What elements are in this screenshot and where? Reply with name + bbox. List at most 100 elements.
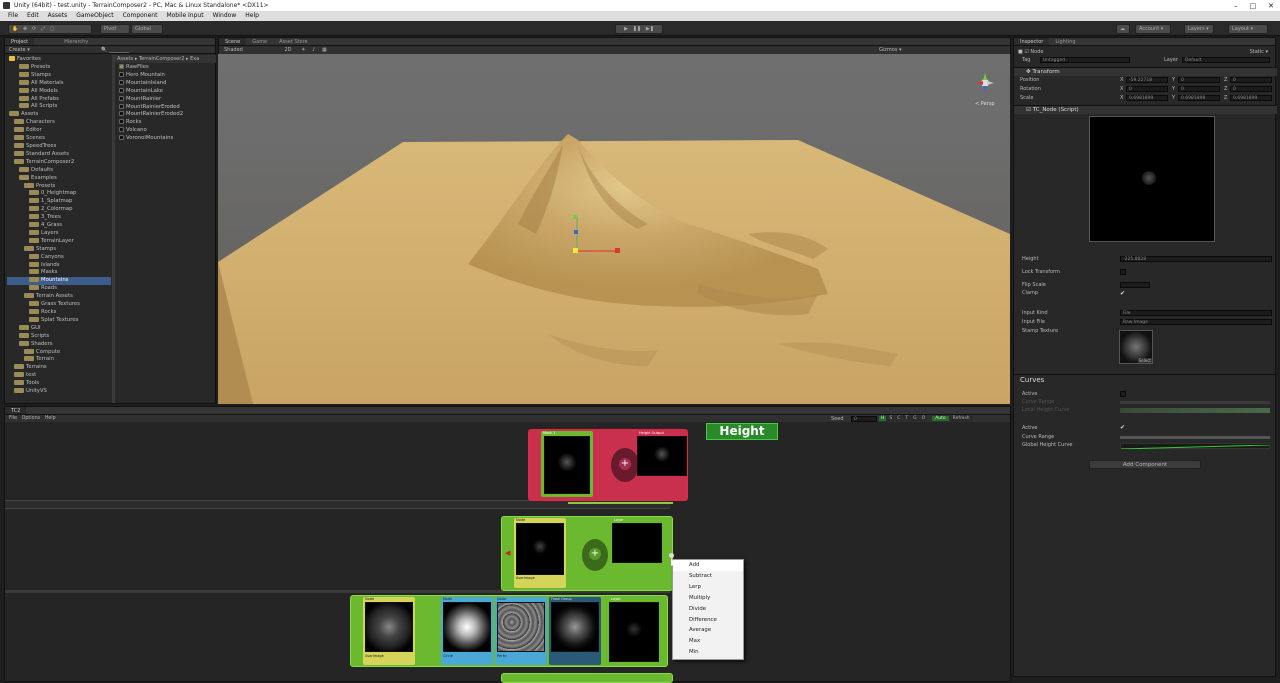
file-item[interactable]: Volcano <box>119 127 215 135</box>
tree-item[interactable]: Masks <box>7 269 111 277</box>
tree-item[interactable]: 2_Colormap <box>7 206 111 214</box>
tree-item[interactable]: Stamps <box>7 245 111 254</box>
tree-item[interactable]: Rocks <box>7 309 111 317</box>
file-item[interactable]: MountainIsland <box>119 79 215 88</box>
tree-item[interactable]: TerrainLayer <box>7 237 111 246</box>
node-remove-icon[interactable]: ◀ <box>505 549 510 557</box>
tree-item[interactable]: 0_Heightmap <box>7 190 111 198</box>
add-component-button[interactable]: Add Component <box>1089 460 1201 469</box>
menu-item-multiply[interactable]: Multiply <box>673 593 743 604</box>
minimize-button[interactable]: – <box>1234 2 1238 10</box>
channel-color-button[interactable]: C <box>895 416 903 421</box>
file-item[interactable]: VoronoiMountains <box>119 135 215 143</box>
file-item[interactable]: MountainLake <box>119 87 215 96</box>
hand-tool-icon[interactable]: ✋ <box>12 26 18 32</box>
gizmo-y-handle[interactable] <box>573 215 577 219</box>
mask-node[interactable]: Mask 1 <box>541 431 593 497</box>
channel-tree-button[interactable]: T <box>903 416 911 421</box>
tree-item[interactable]: Grass Textures <box>7 301 111 309</box>
tab-game[interactable]: Game <box>246 38 273 45</box>
tab-inspector[interactable]: Inspector <box>1014 38 1050 45</box>
scene-viewport[interactable]: < Persp <box>218 54 1010 404</box>
layer-c-node[interactable]: Layer <box>607 597 665 665</box>
tree-item[interactable]: Defaults <box>7 166 111 175</box>
height-output-preview-node[interactable]: Height Output <box>637 431 687 497</box>
tree-item[interactable]: Scenes <box>7 135 111 143</box>
local-height-curve-field[interactable] <box>1120 408 1270 413</box>
tree-item[interactable]: Splat Textures <box>7 316 111 325</box>
curve-range-slider-1[interactable] <box>1120 401 1270 404</box>
menu-window[interactable]: Window <box>213 11 237 21</box>
menu-item-difference[interactable]: Difference <box>673 615 743 626</box>
position-z-field[interactable]: 0 <box>1230 77 1272 83</box>
tab-tc2[interactable]: TC2 <box>5 407 27 414</box>
2d-toggle[interactable]: 2D <box>284 47 291 53</box>
file-item[interactable]: Rocks <box>119 119 215 127</box>
tree-item[interactable]: UnityVS <box>7 388 111 396</box>
active-checkbox-1[interactable] <box>1120 391 1126 397</box>
tree-item[interactable]: All Models <box>7 87 111 96</box>
layer-group-node[interactable]: Node AvarImage ◀ + Layer <box>501 516 673 591</box>
tree-item[interactable]: All Prefabs <box>7 95 111 104</box>
transform-header[interactable]: ✥ Transform <box>1014 67 1277 76</box>
refresh-button[interactable]: Refresh <box>949 416 973 421</box>
rotation-x-field[interactable]: 0 <box>1126 86 1168 92</box>
tc2-options-menu[interactable]: Options <box>22 416 41 421</box>
lock-transform-checkbox[interactable] <box>1120 269 1126 275</box>
tree-item[interactable]: TerrainComposer2 <box>7 158 111 167</box>
tab-lighting[interactable]: Lighting <box>1049 38 1081 45</box>
node-c[interactable]: Node Circle <box>441 597 493 665</box>
tree-item[interactable]: Shaders <box>7 340 111 349</box>
channel-height-button[interactable]: H <box>879 416 887 421</box>
rotate-tool-icon[interactable]: ⟳ <box>32 26 36 32</box>
tree-item[interactable]: Assets <box>7 111 111 119</box>
tree-item[interactable]: Terrain Assets <box>7 293 111 301</box>
layer-group-node-2[interactable]: Node AvarImage Node Circle Node Perlin F… <box>350 595 668 667</box>
maximize-button[interactable]: □ <box>1250 2 1257 10</box>
tree-item[interactable]: Stamps <box>7 71 111 80</box>
tree-item[interactable]: Presets <box>7 63 111 72</box>
transform-tools[interactable]: ✋ ✥ ⟳ ⤢ ▢ <box>8 24 92 34</box>
menu-help[interactable]: Help <box>245 11 259 21</box>
cloud-icon[interactable]: ☁ <box>1116 24 1130 34</box>
tree-scrollbar[interactable] <box>112 55 115 403</box>
tree-item[interactable]: Terrain <box>7 356 111 364</box>
channel-object-button[interactable]: O <box>919 416 928 421</box>
tree-item[interactable]: Editor <box>7 127 111 135</box>
tab-hierarchy[interactable]: Hierarchy <box>58 38 94 45</box>
tree-item[interactable]: test <box>7 372 111 380</box>
menu-gameobject[interactable]: GameObject <box>76 11 113 21</box>
height-output-node[interactable]: Mask 1 + Height Output <box>528 429 688 501</box>
menu-item-add[interactable]: Add <box>673 560 743 571</box>
rotation-z-field[interactable]: 0 <box>1230 86 1272 92</box>
tree-item[interactable]: SpeedTrees <box>7 142 111 151</box>
tree-item[interactable]: Presets <box>7 182 111 191</box>
tree-item[interactable]: Examples <box>7 174 111 183</box>
tree-item[interactable]: Compute <box>7 348 111 357</box>
tree-item[interactable]: Mountains <box>7 277 111 286</box>
tree-item[interactable]: Favorites <box>7 56 111 64</box>
gizmo-center-handle[interactable] <box>573 248 578 253</box>
node-b[interactable]: Node AvarImage <box>363 597 415 665</box>
input-kind-dropdown[interactable]: File <box>1120 310 1272 316</box>
gizmo-x-handle[interactable] <box>615 248 620 253</box>
step-button-icon[interactable]: ▶❚ <box>646 26 654 32</box>
layer-merge-slot[interactable]: + <box>582 539 608 571</box>
scale-z-field[interactable]: 0.6981899 <box>1230 95 1272 101</box>
create-button[interactable]: Create ▾ <box>9 47 30 53</box>
tc2-file-menu[interactable]: File <box>9 416 17 421</box>
account-dropdown[interactable]: Account ▾ <box>1135 24 1171 34</box>
height-field[interactable]: -225.8828 <box>1120 256 1272 262</box>
menu-mobile-input[interactable]: Mobile Input <box>166 11 203 21</box>
menu-component[interactable]: Component <box>123 11 158 21</box>
lighting-toggle-icon[interactable]: ☀ <box>301 47 305 53</box>
menu-file[interactable]: File <box>8 11 18 21</box>
tree-item[interactable]: Scripts <box>7 332 111 341</box>
global-height-curve-field[interactable] <box>1120 443 1270 450</box>
flip-scale-fields[interactable] <box>1120 282 1150 288</box>
script-header[interactable]: ☑ TC_Node (Script) <box>1014 105 1277 114</box>
audio-toggle-icon[interactable]: ♪ <box>312 47 315 53</box>
tree-item[interactable]: Tools <box>7 380 111 388</box>
effects-toggle-icon[interactable]: ▦ <box>322 47 327 53</box>
tree-item[interactable]: All Materials <box>7 79 111 88</box>
